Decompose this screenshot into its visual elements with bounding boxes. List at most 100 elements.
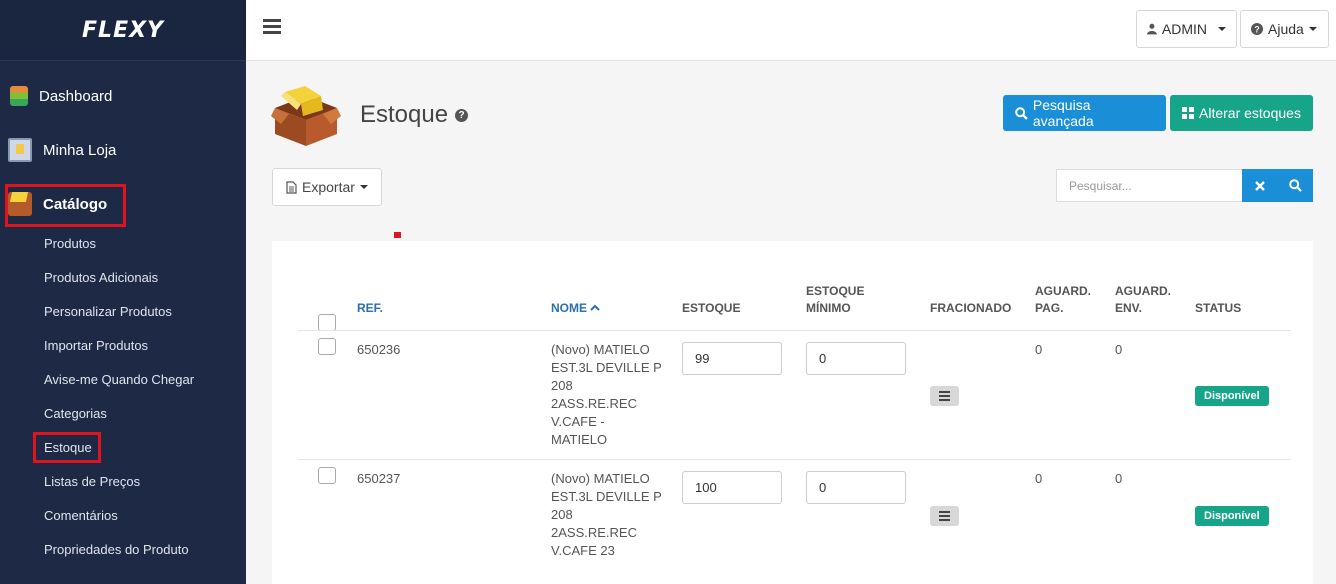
- alter-stock-button[interactable]: Alterar estoques: [1170, 95, 1313, 131]
- header-line: AGUARD.: [1115, 284, 1171, 298]
- row-divider: [298, 459, 1291, 460]
- store-icon: [8, 138, 32, 162]
- close-icon: [1255, 180, 1265, 191]
- column-header-fracionado: FRACIONADO: [930, 301, 1012, 315]
- sidebar-item-dashboard[interactable]: Dashboard: [0, 76, 246, 116]
- name-line: 2ASS.RE.REC: [551, 525, 637, 540]
- help-menu-label: Ajuda: [1268, 21, 1304, 37]
- menu-toggle-icon[interactable]: [263, 19, 281, 34]
- sidebar-item-label: Catálogo: [43, 195, 108, 213]
- fractional-toggle-button[interactable]: [930, 386, 959, 406]
- name-line: V.CAFE 23: [551, 543, 615, 558]
- sidebar-item-catalogo[interactable]: Catálogo: [0, 184, 246, 224]
- name-line: V.CAFE -: [551, 414, 605, 429]
- column-header-nome[interactable]: NOME: [551, 300, 601, 317]
- sidebar-subitem-avise-me[interactable]: Avise-me Quando Chegar: [44, 370, 194, 390]
- column-header-aguard-env: AGUARD. ENV.: [1115, 283, 1171, 317]
- sidebar-subitem-propriedades[interactable]: Propriedades do Produto: [44, 540, 189, 560]
- row-divider: [298, 330, 1291, 331]
- caret-down-icon: [1308, 27, 1317, 31]
- column-header-estoque: ESTOQUE: [682, 301, 741, 315]
- sidebar: FLEXY Dashboard Minha Loja Catálogo Prod…: [0, 0, 246, 584]
- stock-box-icon: [271, 86, 341, 146]
- sidebar-subitem-personalizar-produtos[interactable]: Personalizar Produtos: [44, 302, 172, 322]
- search-submit-button[interactable]: [1277, 169, 1313, 202]
- row-name[interactable]: (Novo) MATIELO EST.3L DEVILLE P 208 2ASS…: [551, 470, 671, 560]
- column-header-ref[interactable]: REF.: [357, 300, 383, 317]
- user-menu-button[interactable]: ADMIN: [1136, 10, 1237, 48]
- sidebar-item-minha-loja[interactable]: Minha Loja: [0, 130, 246, 170]
- advanced-search-button[interactable]: Pesquisa avançada: [1003, 95, 1166, 131]
- column-header-status: STATUS: [1195, 301, 1242, 315]
- status-badge: Disponível: [1195, 506, 1269, 526]
- status-badge: Disponível: [1195, 386, 1269, 406]
- search-icon: [1015, 106, 1028, 120]
- sidebar-subitem-produtos[interactable]: Produtos: [44, 234, 96, 254]
- export-label: Exportar: [302, 179, 355, 195]
- caret-down-icon: [359, 185, 368, 189]
- header-line: AGUARD.: [1035, 284, 1091, 298]
- row-ref: 650237: [357, 471, 401, 486]
- sidebar-item-label: Dashboard: [39, 87, 113, 105]
- column-header-nome-label: NOME: [551, 301, 587, 315]
- row-aguard-pag: 0: [1035, 342, 1043, 357]
- advanced-search-label: Pesquisa avançada: [1032, 97, 1094, 129]
- svg-text:?: ?: [1254, 25, 1260, 35]
- row-aguard-pag: 0: [1035, 471, 1043, 486]
- sidebar-subitem-comentarios[interactable]: Comentários: [44, 506, 118, 526]
- row-aguard-env: 0: [1115, 342, 1123, 357]
- header-line: PAG.: [1035, 301, 1064, 315]
- row-aguard-env: 0: [1115, 471, 1123, 486]
- topbar: ADMIN ? Ajuda: [246, 0, 1336, 61]
- stock-quantity-input[interactable]: [682, 342, 782, 375]
- logo-area: FLEXY: [0, 0, 246, 61]
- catalog-box-icon: [8, 192, 32, 216]
- alter-stock-label: Alterar estoques: [1199, 105, 1301, 121]
- name-line: 208: [551, 507, 573, 522]
- name-line: EST.3L DEVILLE P: [551, 489, 662, 504]
- clear-search-button[interactable]: [1242, 169, 1278, 202]
- min-stock-input[interactable]: [806, 342, 906, 375]
- sidebar-subitem-importar-produtos[interactable]: Importar Produtos: [44, 336, 148, 356]
- row-checkbox[interactable]: [318, 338, 336, 355]
- sidebar-subitem-categorias[interactable]: Categorias: [44, 404, 107, 424]
- header-line: ESTOQUE: [806, 284, 865, 298]
- search-icon: [1288, 179, 1302, 192]
- help-question-icon[interactable]: ?: [455, 109, 468, 122]
- sort-up-icon: [590, 304, 601, 311]
- column-header-aguard-pag: AGUARD. PAG.: [1035, 283, 1091, 317]
- row-checkbox[interactable]: [318, 467, 336, 484]
- name-line: MATIELO: [551, 432, 608, 447]
- name-line: 208: [551, 378, 573, 393]
- export-button[interactable]: Exportar: [272, 168, 382, 206]
- row-ref: 650236: [357, 342, 401, 357]
- select-all-checkbox[interactable]: [318, 314, 336, 331]
- dashboard-icon: [10, 86, 28, 106]
- row-name[interactable]: (Novo) MATIELO EST.3L DEVILLE P 208 2ASS…: [551, 341, 671, 449]
- user-icon: [1147, 23, 1157, 35]
- sidebar-subitem-listas-de-precos[interactable]: Listas de Preços: [44, 472, 140, 492]
- grid-icon: [1182, 107, 1194, 119]
- name-line: EST.3L DEVILLE P: [551, 360, 662, 375]
- page-title: Estoque: [360, 101, 449, 128]
- fractional-toggle-button[interactable]: [930, 506, 959, 526]
- question-circle-icon: ?: [1251, 23, 1263, 35]
- header-line: MÍNIMO: [806, 301, 851, 315]
- file-icon: [286, 180, 297, 194]
- min-stock-input[interactable]: [806, 471, 906, 504]
- column-header-estoque-minimo: ESTOQUE MÍNIMO: [806, 283, 864, 317]
- name-line: 2ASS.RE.REC: [551, 396, 637, 411]
- user-menu-label: ADMIN: [1161, 21, 1207, 37]
- help-menu-button[interactable]: ? Ajuda: [1240, 10, 1329, 48]
- stock-quantity-input[interactable]: [682, 471, 782, 504]
- search-input[interactable]: [1056, 169, 1243, 202]
- red-marker: [394, 232, 401, 238]
- sidebar-subitem-estoque[interactable]: Estoque: [44, 438, 92, 458]
- caret-down-icon: [1218, 27, 1226, 31]
- sidebar-item-label: Minha Loja: [43, 141, 117, 159]
- flexy-logo[interactable]: FLEXY: [82, 18, 164, 43]
- name-line: (Novo) MATIELO: [551, 342, 650, 357]
- name-line: (Novo) MATIELO: [551, 471, 650, 486]
- header-line: ENV.: [1115, 301, 1142, 315]
- sidebar-subitem-produtos-adicionais[interactable]: Produtos Adicionais: [44, 268, 158, 288]
